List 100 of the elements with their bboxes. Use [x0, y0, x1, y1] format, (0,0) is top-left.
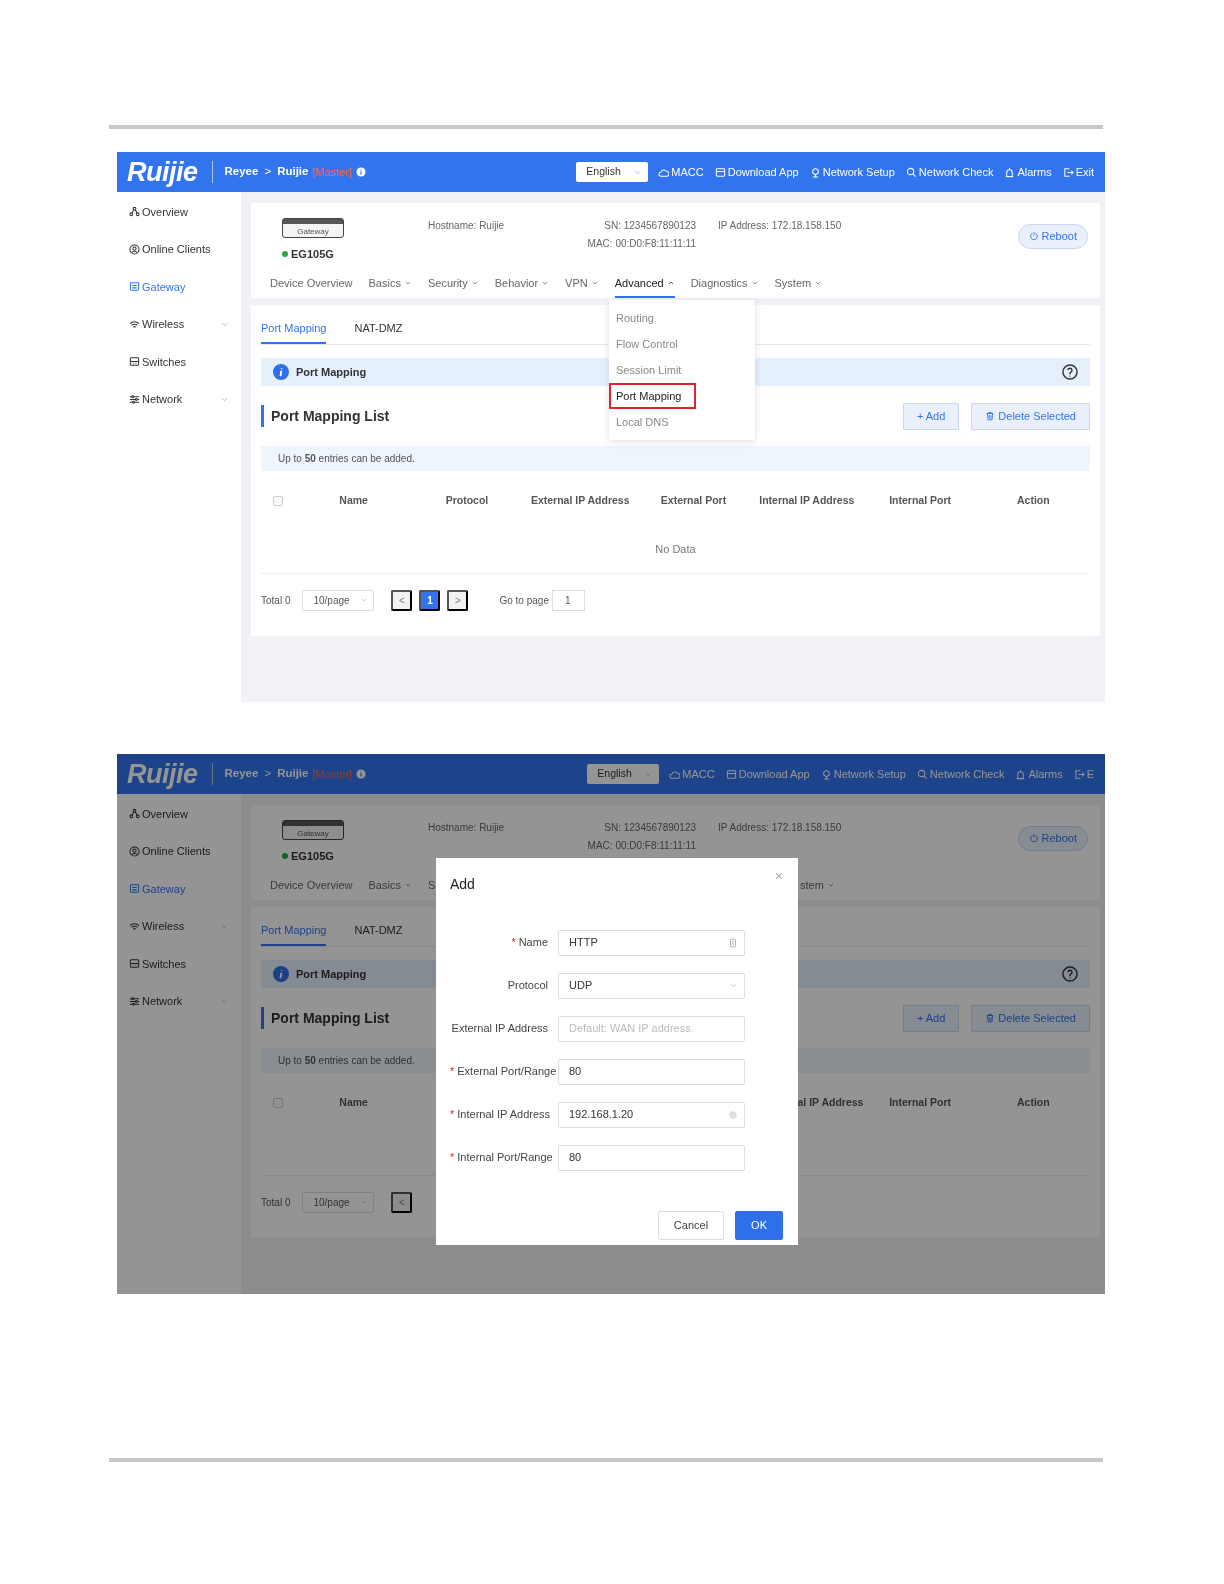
input-field[interactable]: 80: [558, 1144, 745, 1171]
empty-message: No Data: [655, 541, 696, 557]
sub-tab[interactable]: Port Mapping: [261, 921, 327, 946]
reboot-button[interactable]: Reboot: [1017, 224, 1088, 249]
sub-tab[interactable]: NAT-DMZ: [354, 319, 403, 344]
nav-tab[interactable]: Device Overview: [270, 274, 353, 298]
page-size-select[interactable]: 10/page: [302, 1191, 375, 1213]
sliders-icon: [129, 995, 140, 1007]
info-icon[interactable]: [356, 769, 367, 779]
next-page-button[interactable]: >: [447, 589, 469, 611]
header-link[interactable]: MACC: [669, 765, 715, 783]
add-button[interactable]: + Add: [902, 403, 960, 430]
column-header: Protocol: [445, 492, 489, 508]
breadcrumb-item[interactable]: Ruijie: [277, 163, 309, 181]
power-icon: [1028, 231, 1039, 242]
header-link[interactable]: MACC: [658, 163, 704, 181]
menu-item[interactable]: Routing: [609, 305, 755, 331]
cancel-button[interactable]: Cancel: [657, 1211, 725, 1240]
input-field[interactable]: 192.168.1.20: [558, 1101, 745, 1128]
select-field[interactable]: UDP: [558, 972, 745, 999]
language-select[interactable]: English: [576, 162, 649, 182]
help-icon[interactable]: [1062, 966, 1078, 982]
menu-item[interactable]: Port Mapping: [609, 383, 696, 409]
field-label: * External Port/Range: [450, 1064, 558, 1080]
info-icon: [273, 364, 289, 380]
header-link[interactable]: Alarms: [1004, 163, 1052, 181]
breadcrumb-item[interactable]: Ruijie: [277, 765, 309, 783]
sub-tab[interactable]: Port Mapping: [261, 319, 327, 344]
add-button[interactable]: + Add: [902, 1005, 960, 1032]
info-icon[interactable]: [356, 167, 367, 177]
notice-text: Up to 50 entries can be added.: [278, 1053, 415, 1068]
sidebar-item[interactable]: Online Clients: [117, 832, 241, 870]
nav-tab[interactable]: System: [774, 274, 823, 298]
nodes-icon: [129, 206, 140, 218]
nav-tab[interactable]: VPN: [565, 274, 599, 298]
nav-tab[interactable]: Basics: [368, 274, 412, 298]
delete-selected-button[interactable]: Delete Selected: [971, 1005, 1090, 1032]
header-link[interactable]: E: [1073, 765, 1094, 783]
close-button[interactable]: ×: [774, 869, 783, 883]
language-select[interactable]: English: [587, 764, 660, 784]
header-link[interactable]: Network Setup: [820, 765, 906, 783]
sidebar-item[interactable]: Wireless: [117, 305, 241, 343]
column-header: Action: [1017, 1094, 1050, 1110]
window-icon: [714, 166, 726, 178]
page-input[interactable]: 1: [551, 589, 585, 611]
previous-page-button[interactable]: <: [391, 589, 413, 611]
sidebar-item[interactable]: Gateway: [117, 870, 241, 908]
info-title: Port Mapping: [296, 364, 367, 380]
menu-item[interactable]: Local DNS: [609, 409, 755, 435]
page-button[interactable]: 1: [419, 589, 441, 611]
trash-icon: [985, 1013, 996, 1024]
menu-item[interactable]: Flow Control: [609, 331, 755, 357]
delete-selected-button[interactable]: Delete Selected: [971, 403, 1090, 430]
nav-tab[interactable]: Security: [427, 274, 479, 298]
nav-tab[interactable]: S: [427, 876, 436, 900]
reboot-button[interactable]: Reboot: [1017, 826, 1088, 851]
nav-tab[interactable]: Behavior: [494, 274, 550, 298]
nav-tab[interactable]: Diagnostics: [690, 274, 759, 298]
nav-tab[interactable]: Basics: [368, 876, 412, 900]
header-link[interactable]: Network Setup: [809, 163, 895, 181]
select-all-checkbox[interactable]: [273, 495, 283, 506]
nav-tab[interactable]: Advanced: [614, 274, 675, 298]
sidebar-item[interactable]: Network: [117, 982, 241, 1020]
header-link[interactable]: Alarms: [1015, 765, 1063, 783]
menu-item[interactable]: Session Limit: [609, 357, 755, 383]
list-title: Port Mapping List: [261, 1007, 390, 1030]
sidebar-item[interactable]: Online Clients: [117, 230, 241, 268]
ok-button[interactable]: OK: [735, 1211, 783, 1240]
input-field[interactable]: 80: [558, 1058, 745, 1085]
sub-tab[interactable]: NAT-DMZ: [354, 921, 403, 946]
breadcrumb-item[interactable]: Reyee: [224, 163, 259, 181]
info-icon: [273, 966, 289, 982]
header-link[interactable]: Network Check: [905, 163, 994, 181]
header-link[interactable]: Exit: [1062, 163, 1094, 181]
sidebar-item[interactable]: Switches: [117, 945, 241, 983]
select-all-checkbox[interactable]: [273, 1097, 283, 1108]
nav-tab[interactable]: Device Overview: [270, 876, 353, 900]
input-field[interactable]: HTTP: [558, 929, 745, 956]
device-icon: [129, 281, 140, 293]
sidebar-item[interactable]: Gateway: [117, 268, 241, 306]
sidebar-item[interactable]: Overview: [117, 795, 241, 833]
column-header: Internal IP Address: [759, 492, 855, 508]
sidebar-item[interactable]: Switches: [117, 343, 241, 381]
header-link[interactable]: Download App: [714, 163, 799, 181]
total-count: Total 0: [261, 593, 291, 608]
logo: Ruijie: [126, 760, 199, 788]
breadcrumb-item[interactable]: Reyee: [224, 765, 259, 783]
sidebar-item[interactable]: Overview: [117, 193, 241, 231]
header-link[interactable]: Network Check: [916, 765, 1005, 783]
previous-page-button[interactable]: <: [391, 1191, 413, 1213]
ip-address-text: IP Address: 172.18.158.150: [718, 821, 842, 835]
sidebar-item[interactable]: Network: [117, 380, 241, 418]
header-link[interactable]: Download App: [725, 765, 810, 783]
user-circle-icon: [129, 845, 140, 857]
total-count: Total 0: [261, 1195, 291, 1210]
page-size-select[interactable]: 10/page: [302, 589, 375, 611]
help-icon[interactable]: [1062, 364, 1078, 380]
sidebar-item[interactable]: Wireless: [117, 907, 241, 945]
logo: Ruijie: [126, 158, 199, 186]
nav-tab[interactable]: stem: [800, 876, 835, 900]
